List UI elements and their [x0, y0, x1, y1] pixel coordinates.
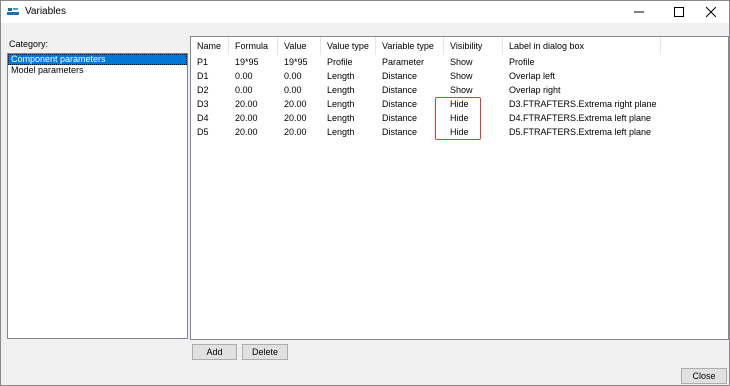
title-bar: Variables [1, 1, 729, 23]
maximize-button[interactable] [661, 1, 697, 23]
cell-label: Profile [509, 57, 535, 67]
cell-variable-type: Distance [382, 127, 418, 137]
cell-name: P1 [197, 57, 209, 67]
cell-value-type: Length [327, 71, 355, 81]
cell-visibility: Show [450, 85, 473, 95]
cell-visibility: Show [450, 71, 473, 81]
cell-variable-type: Distance [382, 99, 418, 109]
cell-formula: 20.00 [235, 99, 258, 109]
cell-name: D4 [197, 113, 209, 123]
cell-value: 20.00 [284, 99, 307, 109]
visibility-highlight-box [435, 97, 481, 140]
app-logo-icon [7, 8, 19, 15]
category-list[interactable]: Component parameters Model parameters [7, 53, 188, 339]
column-header-variable-type[interactable]: Variable type [376, 37, 444, 55]
cell-label: D5.FTRAFTERS.Extrema left plane [509, 127, 652, 137]
cell-value: 0.00 [284, 71, 302, 81]
cell-value: 0.00 [284, 85, 302, 95]
cell-variable-type: Distance [382, 71, 418, 81]
cell-visibility: Show [450, 57, 473, 67]
column-header-value-type[interactable]: Value type [321, 37, 376, 55]
column-header-value[interactable]: Value [278, 37, 321, 55]
close-window-button[interactable] [693, 1, 729, 23]
cell-value: 20.00 [284, 113, 307, 123]
category-item-component-parameters[interactable]: Component parameters [8, 54, 187, 65]
column-header-name[interactable]: Name [191, 37, 229, 55]
cell-value: 19*95 [284, 57, 308, 67]
cell-value-type: Length [327, 127, 355, 137]
category-item-model-parameters[interactable]: Model parameters [8, 65, 187, 76]
cell-label: Overlap right [509, 85, 561, 95]
cell-variable-type: Distance [382, 113, 418, 123]
category-label: Category: [9, 39, 49, 49]
cell-label: D4.FTRAFTERS.Extrema left plane [509, 113, 652, 123]
close-icon [706, 7, 716, 17]
cell-label: Overlap left [509, 71, 556, 81]
cell-name: D2 [197, 85, 209, 95]
cell-formula: 19*95 [235, 57, 259, 67]
cell-formula: 0.00 [235, 71, 253, 81]
column-header-formula[interactable]: Formula [229, 37, 278, 55]
cell-variable-type: Parameter [382, 57, 425, 67]
window-title: Variables [25, 6, 66, 17]
cell-name: D3 [197, 99, 209, 109]
column-header-label-in-dialog-box[interactable]: Label in dialog box [503, 37, 661, 55]
cell-name: D5 [197, 127, 209, 137]
cell-label: D3.FTRAFTERS.Extrema right plane [509, 99, 657, 109]
cell-formula: 20.00 [235, 113, 258, 123]
minimize-icon [634, 11, 644, 13]
variables-dialog: Variables Category: Component parameters… [0, 0, 730, 386]
delete-button[interactable]: Delete [242, 344, 288, 360]
cell-name: D1 [197, 71, 209, 81]
minimize-button[interactable] [621, 1, 657, 23]
cell-formula: 0.00 [235, 85, 253, 95]
cell-variable-type: Distance [382, 85, 418, 95]
cell-value-type: Length [327, 113, 355, 123]
cell-value-type: Length [327, 99, 355, 109]
cell-value-type: Length [327, 85, 355, 95]
column-header-visibility[interactable]: Visibility [444, 37, 503, 55]
variables-table: Name Formula Value Value type Variable t… [190, 36, 729, 340]
cell-formula: 20.00 [235, 127, 258, 137]
cell-value-type: Profile [327, 57, 353, 67]
maximize-icon [674, 7, 684, 17]
close-button[interactable]: Close [681, 368, 727, 384]
cell-value: 20.00 [284, 127, 307, 137]
add-button[interactable]: Add [192, 344, 237, 360]
